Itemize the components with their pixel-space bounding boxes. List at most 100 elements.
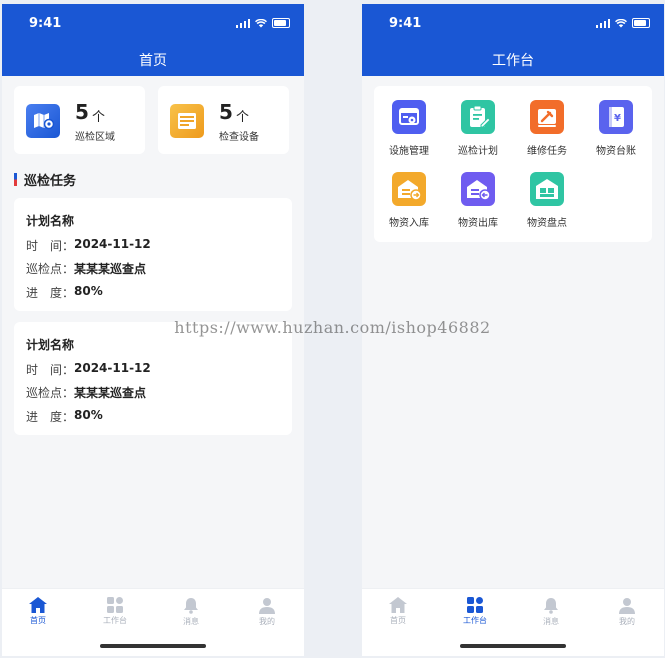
user-icon bbox=[259, 598, 275, 614]
home-header: 9:41 首页 bbox=[2, 4, 304, 76]
grid-item-repair-task[interactable]: 维修任务 bbox=[513, 100, 581, 157]
task-card[interactable]: 计划名称 时 间： 2024-11-12 巡检点： 某某某巡查点 进 度： 80… bbox=[14, 322, 292, 435]
workbench-screen: 9:41 工作台 设施管理 巡检计划 维修任务 ¥ 物资台账 物资入库 物资出库… bbox=[362, 4, 664, 656]
repair-tool-icon bbox=[530, 100, 564, 134]
section-title-text: 巡检任务 bbox=[24, 174, 77, 189]
stat-label: 巡检区域 bbox=[75, 132, 115, 143]
page-title: 首页 bbox=[139, 53, 167, 69]
home-screen: 9:41 首页 5 个 巡检区域 5 个 检查设备 巡检任务 计划名称 时 间：… bbox=[2, 4, 304, 656]
section-title: 巡检任务 bbox=[14, 170, 76, 189]
home-indicator bbox=[460, 644, 566, 648]
warehouse-in-icon bbox=[392, 172, 426, 206]
grid-item-material-inbound[interactable]: 物资入库 bbox=[375, 172, 443, 229]
tab-label: 消息 bbox=[543, 617, 559, 626]
ledger-book-icon: ¥ bbox=[599, 100, 633, 134]
task-point-label: 巡检点： bbox=[26, 386, 75, 400]
grid-item-material-ledger[interactable]: ¥ 物资台账 bbox=[582, 100, 650, 157]
warehouse-out-icon bbox=[461, 172, 495, 206]
tab-mine[interactable]: 我的 bbox=[597, 597, 657, 627]
grid-label: 物资出库 bbox=[458, 218, 498, 229]
task-progress-row: 进 度： 80% bbox=[26, 408, 103, 425]
tab-label: 工作台 bbox=[463, 616, 487, 625]
wifi-icon bbox=[255, 18, 267, 27]
tab-label: 首页 bbox=[390, 616, 406, 625]
task-point-row: 巡检点： 某某某巡查点 bbox=[26, 260, 146, 277]
tab-label: 工作台 bbox=[103, 616, 127, 625]
tab-label: 我的 bbox=[259, 617, 275, 626]
home-indicator bbox=[100, 644, 206, 648]
tab-mine[interactable]: 我的 bbox=[237, 597, 297, 627]
task-time-label: 时 间： bbox=[26, 239, 75, 253]
user-icon bbox=[619, 598, 635, 614]
bell-icon bbox=[544, 598, 558, 614]
task-name: 计划名称 bbox=[26, 214, 75, 228]
task-time-label: 时 间： bbox=[26, 363, 75, 377]
task-time-value: 2024-11-12 bbox=[74, 237, 151, 251]
bell-icon bbox=[184, 598, 198, 614]
workbench-header: 9:41 工作台 bbox=[362, 4, 664, 76]
signal-icon bbox=[595, 18, 610, 28]
stat-value: 5 bbox=[75, 100, 89, 124]
task-progress-label: 进 度： bbox=[26, 410, 75, 424]
task-time-row: 时 间： 2024-11-12 bbox=[26, 361, 151, 378]
battery-icon bbox=[632, 18, 650, 28]
stat-label: 检查设备 bbox=[219, 132, 259, 143]
tab-label: 我的 bbox=[619, 617, 635, 626]
facility-settings-icon bbox=[392, 100, 426, 134]
task-point-value: 某某某巡查点 bbox=[74, 386, 147, 400]
stat-unit: 个 bbox=[236, 110, 250, 125]
tab-messages[interactable]: 消息 bbox=[521, 597, 581, 627]
grid-item-patrol-plan[interactable]: 巡检计划 bbox=[444, 100, 512, 157]
tab-workbench[interactable]: 工作台 bbox=[85, 597, 145, 626]
task-point-label: 巡检点： bbox=[26, 262, 75, 276]
device-list-icon bbox=[170, 104, 204, 138]
inventory-icon bbox=[530, 172, 564, 206]
tab-bar: 首页 工作台 消息 我的 bbox=[2, 588, 304, 656]
grid-label: 设施管理 bbox=[389, 146, 429, 157]
task-progress-row: 进 度： 80% bbox=[26, 284, 103, 301]
signal-icon bbox=[235, 18, 250, 28]
task-time-value: 2024-11-12 bbox=[74, 361, 151, 375]
tab-home[interactable]: 首页 bbox=[8, 597, 68, 626]
grid-icon bbox=[107, 597, 123, 613]
stat-unit: 个 bbox=[92, 110, 106, 125]
task-point-row: 巡检点： 某某某巡查点 bbox=[26, 384, 146, 401]
task-card[interactable]: 计划名称 时 间： 2024-11-12 巡检点： 某某某巡查点 进 度： 80… bbox=[14, 198, 292, 311]
grid-item-material-inventory[interactable]: 物资盘点 bbox=[513, 172, 581, 229]
grid-label: 物资台账 bbox=[596, 146, 636, 157]
grid-label: 维修任务 bbox=[527, 146, 567, 157]
workbench-grid: 设施管理 巡检计划 维修任务 ¥ 物资台账 物资入库 物资出库 物资盘点 bbox=[374, 86, 652, 242]
svg-text:¥: ¥ bbox=[614, 113, 621, 124]
grid-label: 物资盘点 bbox=[527, 218, 567, 229]
home-icon bbox=[389, 597, 407, 613]
tab-home[interactable]: 首页 bbox=[368, 597, 428, 626]
status-time: 9:41 bbox=[389, 16, 422, 31]
task-progress-label: 进 度： bbox=[26, 286, 75, 300]
status-icons bbox=[595, 18, 650, 28]
status-icons bbox=[235, 18, 290, 28]
tab-label: 首页 bbox=[30, 616, 46, 625]
tab-label: 消息 bbox=[183, 617, 199, 626]
task-progress-value: 80% bbox=[74, 284, 103, 298]
tab-messages[interactable]: 消息 bbox=[161, 597, 221, 627]
grid-item-facility[interactable]: 设施管理 bbox=[375, 100, 443, 157]
clipboard-edit-icon bbox=[461, 100, 495, 134]
status-time: 9:41 bbox=[29, 16, 62, 31]
grid-item-material-outbound[interactable]: 物资出库 bbox=[444, 172, 512, 229]
task-time-row: 时 间： 2024-11-12 bbox=[26, 237, 151, 254]
battery-icon bbox=[272, 18, 290, 28]
page-title: 工作台 bbox=[492, 53, 534, 69]
home-icon bbox=[29, 597, 47, 613]
tab-bar: 首页 工作台 消息 我的 bbox=[362, 588, 664, 656]
grid-icon bbox=[467, 597, 483, 613]
stat-value: 5 bbox=[219, 100, 233, 124]
task-point-value: 某某某巡查点 bbox=[74, 262, 147, 276]
map-pin-icon bbox=[26, 104, 60, 138]
tab-workbench[interactable]: 工作台 bbox=[445, 597, 505, 626]
stat-card-patrol-area[interactable]: 5 个 巡检区域 bbox=[14, 86, 145, 154]
grid-label: 物资入库 bbox=[389, 218, 429, 229]
stat-card-check-device[interactable]: 5 个 检查设备 bbox=[158, 86, 289, 154]
task-name: 计划名称 bbox=[26, 338, 75, 352]
task-progress-value: 80% bbox=[74, 408, 103, 422]
grid-label: 巡检计划 bbox=[458, 146, 498, 157]
